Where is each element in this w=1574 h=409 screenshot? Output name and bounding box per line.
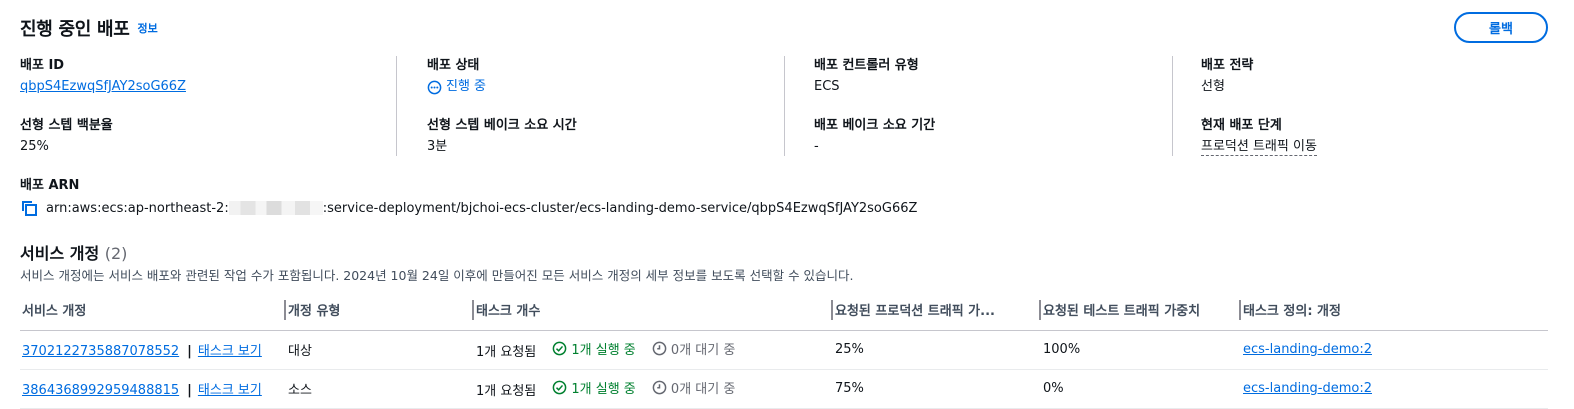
column-header[interactable]: 태스크 개수 — [474, 290, 833, 331]
column-divider — [1172, 56, 1173, 156]
deployment-id-label: 배포 ID — [20, 58, 65, 73]
linear-step-percent-label: 선형 스텝 백분율 — [20, 118, 113, 133]
deployment-status-label: 배포 상태 — [427, 58, 480, 73]
revisions-title: 서비스 개정 (2) — [20, 240, 127, 264]
task-count: 1개 요청됨 1개 실행 중 0개 대기 중 — [474, 369, 833, 409]
revision-type: 대상 — [286, 330, 474, 370]
prod-traffic-weight: 75% — [833, 369, 1041, 409]
bake-time-label: 배포 베이크 소요 기간 — [814, 118, 936, 133]
revision-id-link[interactable]: 3702122735887078552 — [22, 344, 179, 359]
current-stage-value[interactable]: 프로덕션 트래픽 이동 — [1201, 138, 1317, 156]
requested-count: 1개 요청됨 — [476, 345, 537, 360]
arn-field: 배포 ARN arn:aws:ecs:ap-northeast-2: :servi… — [20, 177, 917, 218]
linear-step-percent-field: 선형 스텝 백분율 25% — [20, 117, 113, 156]
revisions-count: (2) — [104, 244, 128, 263]
test-traffic-weight: 0% — [1041, 369, 1241, 409]
revision-type: 소스 — [286, 369, 474, 409]
linear-step-bake-field: 선형 스텝 베이크 소요 시간 3분 — [427, 117, 577, 156]
success-check-icon — [553, 341, 567, 356]
in-progress-icon — [427, 80, 442, 94]
revisions-title-text: 서비스 개정 — [20, 244, 100, 263]
prod-traffic-weight: 25% — [833, 330, 1041, 370]
strategy-value: 선형 — [1201, 79, 1225, 94]
running-status: 1개 실행 중 — [552, 339, 636, 358]
strategy-label: 배포 전략 — [1201, 58, 1254, 73]
pending-status: 0개 대기 중 — [652, 339, 735, 358]
current-stage-label: 현재 배포 단계 — [1201, 118, 1282, 133]
deployment-panel: 진행 중인 배포 정보 롤백 배포 ID qbpS4EzwqSfJAY2soG6… — [0, 0, 1574, 409]
deployment-status-text: 진행 중 — [446, 79, 487, 94]
bake-time-field: 배포 베이크 소요 기간 - — [814, 117, 935, 156]
revision-id-link[interactable]: 3864368992959488815 — [22, 383, 179, 398]
table-row: 3864368992959488815 | 태스크 보기 소스 1개 요청됨 1개 … — [20, 369, 1548, 409]
current-stage-field: 현재 배포 단계 프로덕션 트래픽 이동 — [1201, 117, 1317, 156]
controller-type-label: 배포 컨트롤러 유형 — [814, 58, 919, 73]
linear-step-bake-label: 선형 스텝 베이크 소요 시간 — [427, 118, 577, 133]
test-traffic-weight: 100% — [1041, 330, 1241, 370]
page-title: 진행 중인 배포 — [20, 19, 130, 40]
view-tasks-link[interactable]: 태스크 보기 — [198, 383, 262, 398]
column-header[interactable]: 태스크 정의: 개정 — [1241, 290, 1548, 331]
pending-status: 0개 대기 중 — [652, 378, 735, 397]
column-divider — [396, 56, 397, 156]
info-link[interactable]: 정보 — [138, 20, 158, 36]
task-count: 1개 요청됨 1개 실행 중 0개 대기 중 — [474, 330, 833, 370]
deployment-id-link[interactable]: qbpS4EzwqSfJAY2soG66Z — [20, 79, 186, 94]
clock-icon — [652, 341, 667, 356]
copy-icon[interactable] — [20, 199, 38, 217]
panel-header: 진행 중인 배포 정보 — [20, 14, 158, 42]
view-tasks-link[interactable]: 태스크 보기 — [198, 344, 262, 359]
table-header-row: 서비스 개정 개정 유형 태스크 개수 요청된 프로덕션 트래픽 가... 요청… — [20, 290, 1548, 331]
clock-icon — [652, 380, 667, 395]
column-header[interactable]: 요청된 테스트 트래픽 가중치 — [1041, 290, 1241, 331]
revisions-description: 서비스 개정에는 서비스 배포와 관련된 작업 수가 포함됩니다. 2024년 … — [20, 268, 854, 283]
column-divider — [784, 56, 785, 156]
strategy-field: 배포 전략 선형 — [1201, 57, 1253, 96]
deployment-id-field: 배포 ID qbpS4EzwqSfJAY2soG66Z — [20, 57, 186, 96]
column-header[interactable]: 서비스 개정 — [20, 290, 286, 331]
task-definition-link[interactable]: ecs-landing-demo:2 — [1243, 381, 1372, 396]
deployment-status-field: 배포 상태 진행 중 — [427, 57, 486, 96]
rollback-button[interactable]: 롤백 — [1454, 12, 1548, 43]
running-status: 1개 실행 중 — [552, 378, 636, 397]
redacted-account-id — [228, 201, 323, 215]
revisions-table: 서비스 개정 개정 유형 태스크 개수 요청된 프로덕션 트래픽 가... 요청… — [20, 290, 1548, 409]
controller-type-field: 배포 컨트롤러 유형 ECS — [814, 57, 919, 96]
column-header[interactable]: 개정 유형 — [286, 290, 474, 331]
arn-value: arn:aws:ecs:ap-northeast-2: :service-depl… — [46, 201, 917, 216]
arn-suffix: :service-deployment/bjchoi-ecs-cluster/e… — [322, 200, 918, 216]
bake-time-value: - — [814, 139, 819, 154]
deployment-status-value: 진행 중 — [427, 78, 486, 96]
task-definition-link[interactable]: ecs-landing-demo:2 — [1243, 342, 1372, 357]
requested-count: 1개 요청됨 — [476, 384, 537, 399]
arn-prefix: arn:aws:ecs:ap-northeast-2: — [46, 200, 229, 216]
controller-type-value: ECS — [814, 79, 840, 94]
arn-label: 배포 ARN — [20, 178, 80, 193]
separator: | — [187, 344, 192, 359]
success-check-icon — [553, 380, 567, 395]
linear-step-percent-value: 25% — [20, 139, 49, 154]
linear-step-bake-value: 3분 — [427, 139, 448, 154]
separator: | — [187, 383, 192, 398]
table-row: 3702122735887078552 | 태스크 보기 대상 1개 요청됨 1개 … — [20, 330, 1548, 370]
column-header[interactable]: 요청된 프로덕션 트래픽 가... — [833, 290, 1041, 331]
